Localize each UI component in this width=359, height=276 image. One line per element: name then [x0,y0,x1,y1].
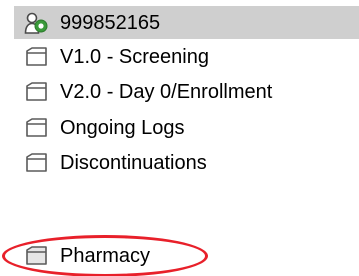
tree-item-label: Pharmacy [60,244,151,267]
tree-item-label: V1.0 - Screening [60,45,209,68]
folder-icon [26,117,47,137]
folder-icon [26,245,47,265]
folder-icon [26,46,47,66]
tree-item-ongoing-logs[interactable]: Ongoing Logs [0,111,359,144]
tree-item-discontinuations[interactable]: Discontinuations [0,146,359,179]
tree-item-v2-day0-enrollment[interactable]: V2.0 - Day 0/Enrollment [0,75,359,108]
tree-item-subject[interactable]: 999852165 [0,6,359,39]
tree-item-label: V2.0 - Day 0/Enrollment [60,80,273,103]
tree-item-label: Discontinuations [60,151,207,174]
tree-item-v1-screening[interactable]: V1.0 - Screening [0,40,359,73]
tree-item-label: 999852165 [60,11,161,34]
subject-tree: 999852165 V1.0 - Screening V2.0 - Day 0/… [0,0,359,276]
subject-person-icon [24,12,48,34]
tree-item-pharmacy[interactable]: Pharmacy [0,239,359,272]
tree-item-label: Ongoing Logs [60,116,185,139]
folder-icon [26,81,47,101]
folder-icon [26,152,47,172]
